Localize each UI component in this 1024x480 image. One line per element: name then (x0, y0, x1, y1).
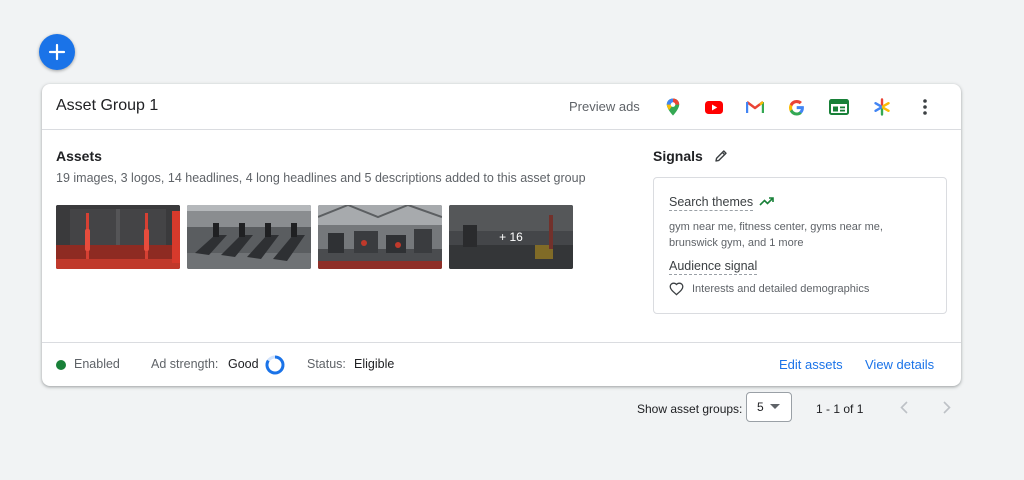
search-themes-text: gym near me, fitness center, gyms near m… (669, 221, 883, 249)
more-images-count: + 16 (499, 230, 523, 244)
page-size-value: 5 (757, 400, 764, 414)
status-dot-icon (56, 360, 66, 370)
chevron-right-icon (943, 400, 951, 414)
google-search-icon[interactable] (785, 96, 807, 118)
add-asset-group-button[interactable] (39, 34, 75, 70)
next-page-button[interactable] (938, 398, 956, 416)
youtube-icon[interactable] (703, 96, 725, 118)
ad-strength-ring-icon (265, 355, 285, 375)
asset-group-card: Asset Group 1 Preview ads Assets 19 imag… (42, 84, 961, 386)
audience-signal-link[interactable]: Audience signal (669, 258, 758, 275)
edit-signals-button[interactable] (712, 147, 730, 165)
pagination: Show asset groups: 5 1 - 1 of 1 (0, 392, 1024, 424)
dropdown-arrow-icon (769, 404, 780, 409)
asset-image-thumbnail[interactable] (187, 205, 311, 269)
audience-signal-row: Interests and detailed demographics (669, 282, 869, 296)
more-images-thumbnail[interactable]: + 16 (449, 205, 573, 269)
assets-title: Assets (56, 148, 102, 164)
asset-image-thumbnail[interactable] (318, 205, 442, 269)
view-details-button[interactable]: View details (865, 357, 934, 372)
display-network-icon[interactable] (828, 96, 850, 118)
google-maps-icon[interactable] (662, 96, 684, 118)
status-value: Eligible (354, 357, 395, 371)
enabled-status: Enabled (74, 357, 120, 371)
ad-strength-label: Ad strength: (151, 357, 219, 371)
signals-title: Signals (653, 148, 703, 164)
gmail-icon[interactable] (744, 96, 766, 118)
previous-page-button[interactable] (895, 398, 913, 416)
audience-signal-text: Interests and detailed demographics (692, 283, 870, 295)
discover-icon[interactable] (871, 96, 893, 118)
more-vert-icon[interactable] (914, 96, 936, 118)
page-range: 1 - 1 of 1 (816, 402, 864, 416)
plus-icon (48, 43, 66, 61)
asset-image-thumbnail[interactable] (56, 205, 180, 269)
chevron-left-icon (900, 400, 908, 414)
ad-strength-value: Good (228, 357, 259, 371)
page: Asset Group 1 Preview ads Assets 19 imag… (0, 0, 1024, 480)
page-size-select[interactable]: 5 (746, 392, 792, 422)
trending-up-icon (759, 197, 774, 206)
more-images-overlay: + 16 (449, 205, 573, 269)
asset-group-title: Asset Group 1 (56, 97, 159, 114)
edit-assets-button[interactable]: Edit assets (779, 357, 843, 372)
show-asset-groups-label: Show asset groups: (637, 402, 743, 416)
assets-summary: 19 images, 3 logos, 14 headlines, 4 long… (56, 171, 586, 185)
card-footer: Enabled Ad strength: Good Status: Eligib… (42, 342, 961, 386)
signals-box: Search themes gym near me, fitness cente… (653, 177, 947, 314)
search-themes-link[interactable]: Search themes (669, 194, 754, 211)
heart-icon (669, 282, 684, 296)
preview-ads-label: Preview ads (569, 99, 640, 114)
status-label: Status: (307, 357, 346, 371)
pencil-icon (715, 150, 727, 162)
card-header: Asset Group 1 Preview ads (42, 84, 961, 130)
